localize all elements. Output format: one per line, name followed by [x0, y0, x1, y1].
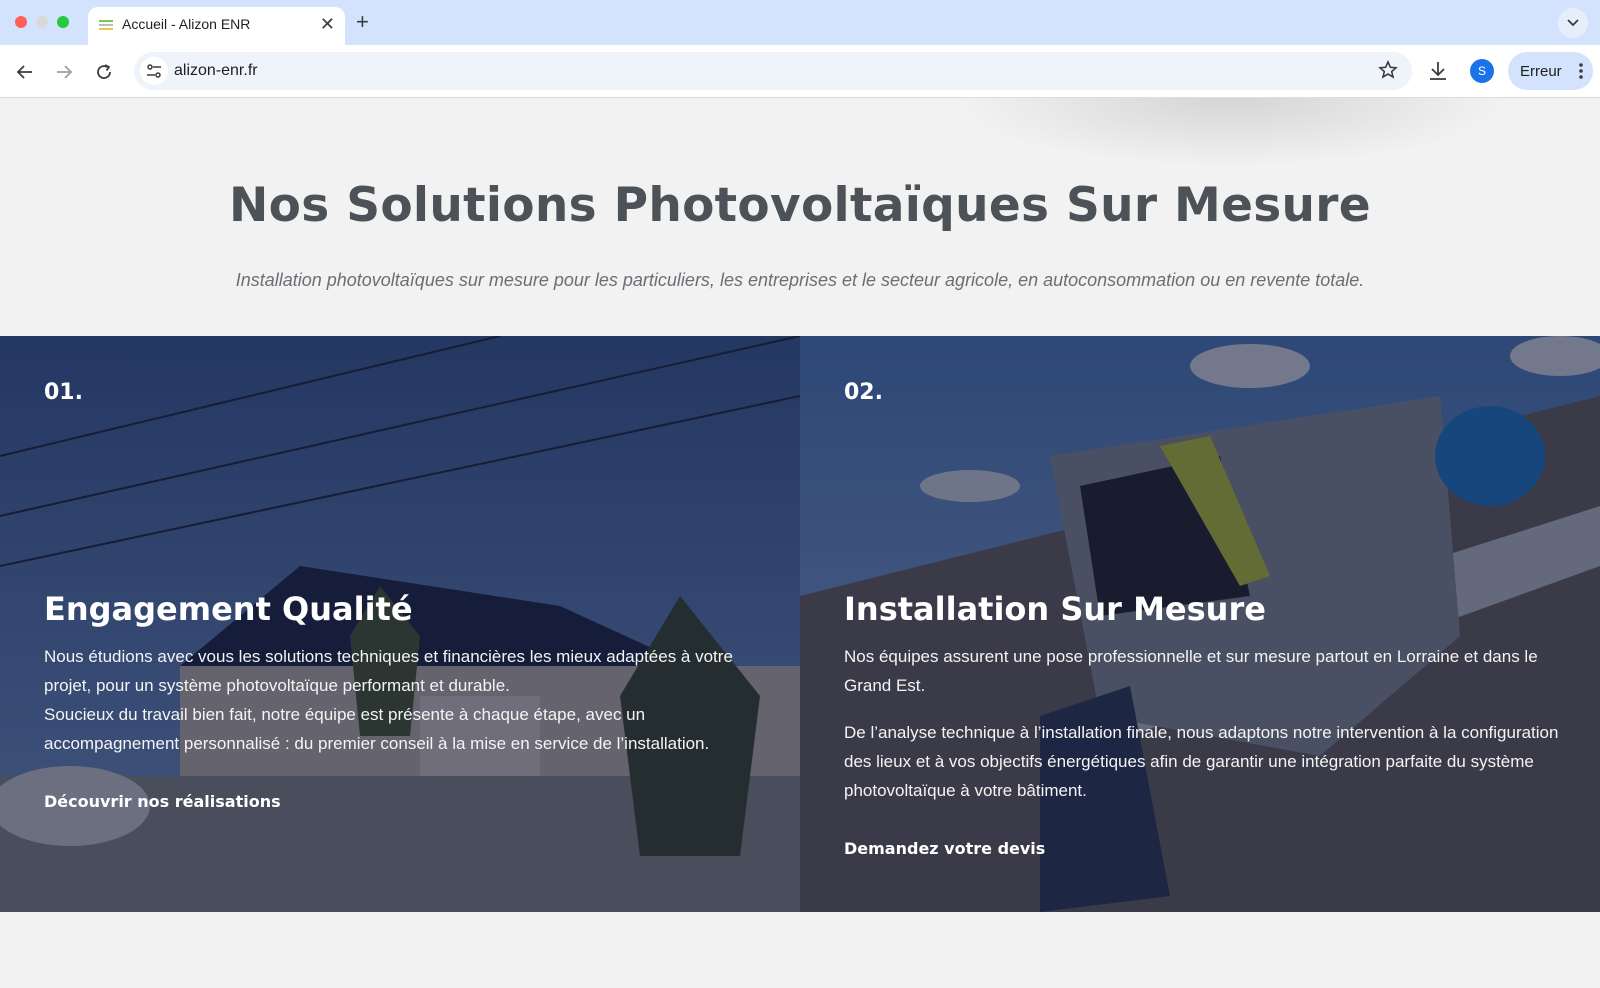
panel-title: Installation Sur Mesure [844, 590, 1266, 628]
page-subtitle: Installation photovoltaïques sur mesure … [235, 270, 1365, 290]
panel-paragraph: Soucieux du travail bien fait, notre équ… [44, 705, 710, 753]
close-tab-icon[interactable]: ✕ [320, 12, 335, 36]
address-bar[interactable]: alizon-enr.fr [134, 52, 1412, 90]
panel-installation-sur-mesure: 02. Installation Sur Mesure Nos équipes … [800, 336, 1600, 912]
back-button[interactable] [12, 59, 38, 85]
panel-number: 02. [844, 380, 883, 405]
panel-paragraph: Nous étudions avec vous les solutions te… [44, 647, 733, 695]
tab-search-button[interactable] [1558, 8, 1588, 38]
panel-paragraph: Nos équipes assurent une pose profession… [844, 647, 1538, 695]
panel-title: Engagement Qualité [44, 590, 413, 628]
new-tab-button[interactable]: + [356, 8, 369, 36]
discover-realisations-link[interactable]: Découvrir nos réalisations [44, 792, 281, 811]
more-vertical-icon[interactable] [1579, 62, 1583, 80]
minimize-window-button[interactable] [36, 16, 48, 28]
active-tab[interactable]: Accueil - Alizon ENR ✕ [88, 7, 345, 45]
error-button[interactable]: Erreur [1508, 52, 1593, 90]
tune-icon [147, 64, 161, 78]
close-window-button[interactable] [15, 16, 27, 28]
browser-toolbar: alizon-enr.fr S Erreur [0, 45, 1600, 98]
maximize-window-button[interactable] [57, 16, 69, 28]
browser-tab-bar: Accueil - Alizon ENR ✕ + [0, 0, 1600, 45]
download-icon[interactable] [1428, 60, 1448, 82]
error-label: Erreur [1520, 63, 1562, 80]
panel-engagement-qualite: 01. Engagement Qualité Nous étudions ave… [0, 336, 800, 912]
request-quote-link[interactable]: Demandez votre devis [844, 839, 1045, 858]
forward-button[interactable] [51, 59, 77, 85]
panel-paragraph: De l’analyse technique à l’installation … [844, 723, 1559, 800]
panel-number: 01. [44, 380, 83, 405]
page-title: Nos Solutions Photovoltaïques Sur Mesure [229, 178, 1371, 233]
site-favicon-icon [99, 20, 113, 30]
tab-title: Accueil - Alizon ENR [122, 16, 251, 32]
chevron-down-icon [1567, 19, 1579, 27]
reload-icon [97, 64, 111, 79]
url-text[interactable]: alizon-enr.fr [174, 62, 258, 80]
reload-button[interactable] [91, 59, 117, 85]
site-info-button[interactable] [140, 57, 168, 85]
decorative-shadow [950, 98, 1510, 168]
profile-avatar[interactable]: S [1470, 59, 1494, 83]
bookmark-star-icon[interactable] [1378, 60, 1398, 80]
arrow-right-icon [57, 65, 73, 79]
arrow-left-icon [16, 65, 32, 79]
